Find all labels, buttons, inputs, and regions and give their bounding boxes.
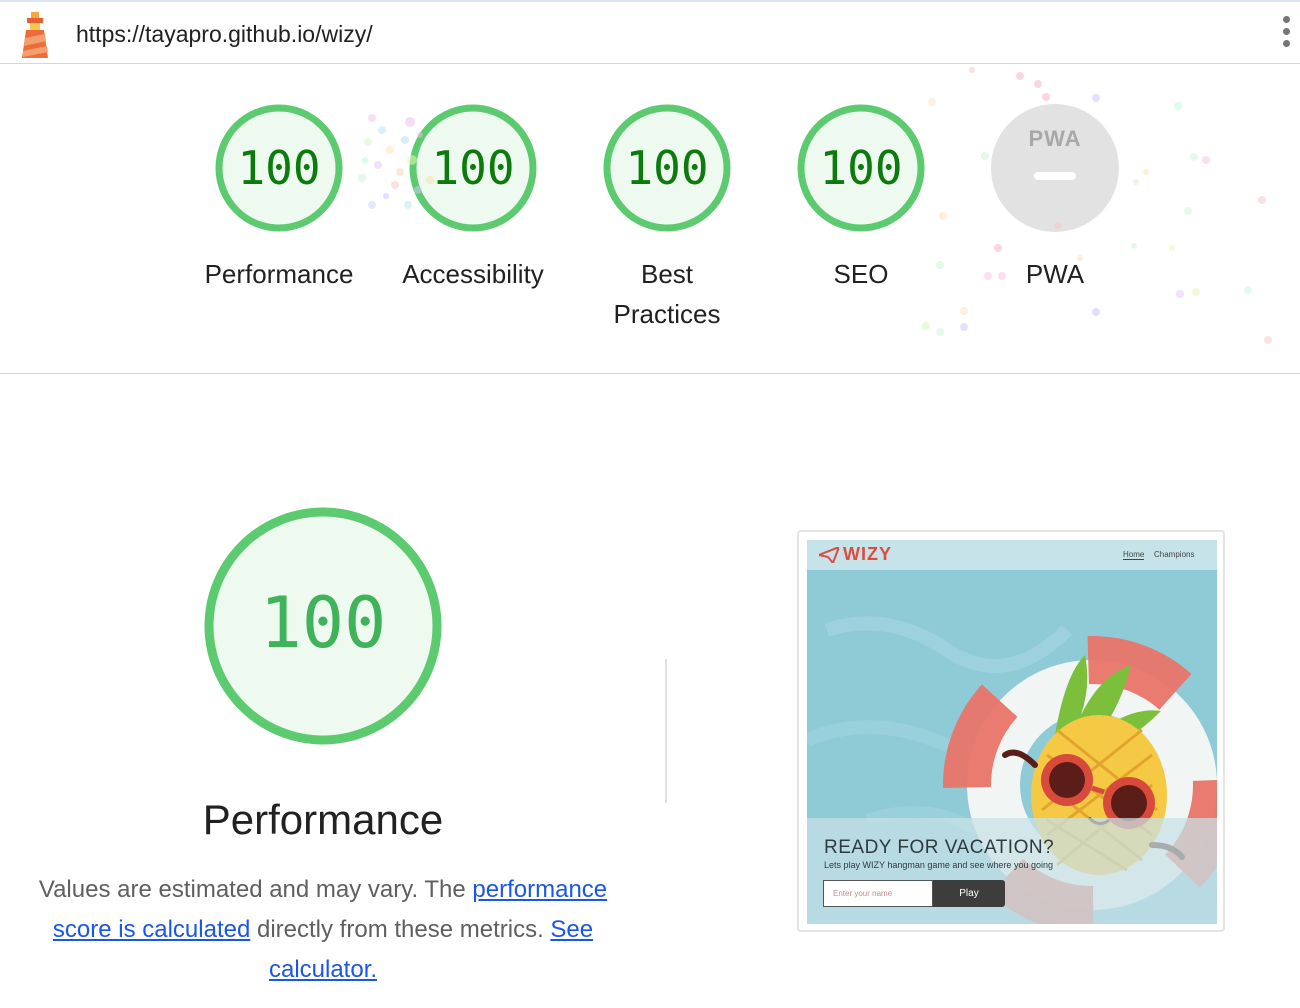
gauge-pwa[interactable]: PWA PWA bbox=[965, 104, 1145, 294]
gauge-label: Accessibility bbox=[402, 259, 544, 289]
lighthouse-icon bbox=[22, 12, 48, 58]
section-divider bbox=[665, 659, 667, 803]
screenshot-nav-home: Home bbox=[1123, 550, 1145, 560]
description-text: directly from these metrics. bbox=[250, 916, 551, 943]
report-url: https://tayapro.github.io/wizy/ bbox=[76, 21, 373, 47]
screenshot-headline: READY FOR VACATION? bbox=[824, 837, 1055, 858]
report-header: https://tayapro.github.io/wizy/ bbox=[0, 0, 1300, 64]
gauge-performance[interactable]: 100 Performance bbox=[189, 104, 369, 294]
gauge-label: PWA bbox=[1025, 259, 1085, 289]
description-text: Values are estimated and may vary. The bbox=[38, 876, 473, 903]
screenshot-brand: WIZY bbox=[843, 544, 892, 564]
pwa-badge-icon: PWA bbox=[1028, 126, 1082, 151]
final-screenshot[interactable]: WIZY Home Champions READY FOR VACATION? … bbox=[797, 530, 1225, 932]
screenshot-hero-band bbox=[807, 818, 1217, 924]
gauge-label: Performance bbox=[204, 259, 354, 289]
gauge-label: Best Practices bbox=[613, 259, 721, 329]
gauge-best-practices[interactable]: 100 Best Practices bbox=[577, 104, 757, 334]
gauge-score: 100 bbox=[819, 141, 903, 195]
gauge-score: 100 bbox=[431, 141, 515, 195]
performance-description: Values are estimated and may vary. The p… bbox=[30, 870, 616, 990]
score-gauges: 100 Performance 100 Accessibility 100 Be… bbox=[0, 64, 1300, 374]
screenshot-name-input: Enter your name bbox=[823, 880, 933, 907]
screenshot-play-button: Play bbox=[933, 880, 1005, 907]
performance-title: Performance bbox=[202, 796, 444, 843]
screenshot-nav-champions: Champions bbox=[1154, 550, 1195, 559]
screenshot-subline: Lets play WIZY hangman game and see wher… bbox=[824, 860, 1053, 870]
gauge-accessibility[interactable]: 100 Accessibility bbox=[383, 104, 563, 294]
gauge-seo[interactable]: 100 SEO bbox=[771, 104, 951, 294]
screenshot-image: WIZY Home Champions READY FOR VACATION? … bbox=[807, 540, 1217, 924]
performance-score: 100 bbox=[259, 582, 387, 664]
kebab-menu-icon[interactable] bbox=[1278, 16, 1294, 54]
gauge-label: SEO bbox=[833, 259, 889, 289]
gauge-score: 100 bbox=[625, 141, 709, 195]
gauge-score: 100 bbox=[237, 141, 321, 195]
pwa-dash-icon bbox=[1034, 172, 1076, 180]
paper-plane-icon bbox=[819, 547, 839, 563]
